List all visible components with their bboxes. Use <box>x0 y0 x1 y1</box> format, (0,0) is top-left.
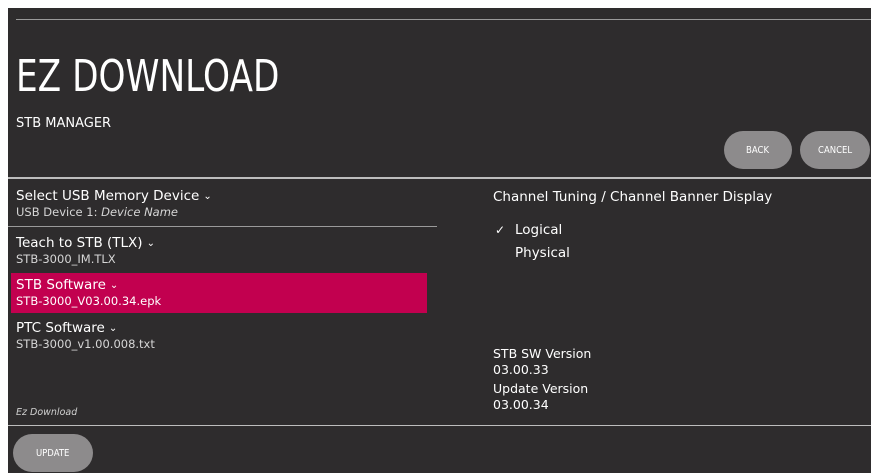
menu-item-ptc-software[interactable]: PTC Software ⌄ STB-3000_v1.00.008.txt <box>16 320 436 351</box>
header-divider <box>8 177 871 179</box>
menu-item-value-prefix: USB Device 1: <box>16 205 102 219</box>
stb-sw-version-value: 03.00.33 <box>493 362 549 377</box>
menu-item-label: Teach to STB (TLX) <box>16 235 143 251</box>
menu-item-label: PTC Software <box>16 320 105 336</box>
cancel-button[interactable]: CANCEL <box>800 131 870 169</box>
menu-divider <box>8 226 437 227</box>
chevron-down-icon: ⌄ <box>109 280 119 291</box>
update-version-value: 03.00.34 <box>493 397 549 412</box>
page-title: EZ DOWNLOAD <box>16 51 280 102</box>
stb-sw-version-label: STB SW Version <box>493 346 592 361</box>
chevron-down-icon: ⌄ <box>108 323 118 334</box>
top-divider <box>16 19 871 20</box>
checkmark-icon: ✓ <box>495 223 506 237</box>
ez-download-screen: EZ DOWNLOAD STB MANAGER BACK CANCEL Sele… <box>8 8 871 473</box>
update-button[interactable]: UPDATE <box>13 434 93 472</box>
page-subtitle: STB MANAGER <box>16 116 112 131</box>
update-version-label: Update Version <box>493 381 589 396</box>
option-label: Logical <box>515 222 563 238</box>
menu-item-label: Select USB Memory Device <box>16 188 200 204</box>
option-logical[interactable]: ✓ Logical <box>495 222 562 238</box>
back-button[interactable]: BACK <box>724 131 792 169</box>
option-label: Physical <box>515 245 570 261</box>
footer-divider <box>8 425 871 426</box>
update-button-label: UPDATE <box>36 447 70 459</box>
footnote: Ez Download <box>16 407 78 418</box>
menu-item-value: STB-3000_v1.00.008.txt <box>16 337 155 351</box>
menu-item-stb-software[interactable]: STB Software ⌄ STB-3000_V03.00.34.epk <box>11 273 427 313</box>
cancel-button-label: CANCEL <box>817 144 853 156</box>
menu-item-value: STB-3000_IM.TLX <box>16 252 116 266</box>
chevron-down-icon: ⌄ <box>146 238 155 249</box>
channel-tuning-title: Channel Tuning / Channel Banner Display <box>493 189 773 205</box>
menu-item-label: STB Software <box>16 277 106 293</box>
menu-item-teach-to-stb[interactable]: Teach to STB (TLX) ⌄ STB-3000_IM.TLX <box>16 235 436 266</box>
menu-item-value: STB-3000_V03.00.34.epk <box>16 294 162 308</box>
back-button-label: BACK <box>746 144 770 156</box>
menu-item-value-device: Device Name <box>101 205 179 219</box>
option-physical[interactable]: Physical <box>495 245 570 261</box>
chevron-down-icon: ⌄ <box>203 191 212 202</box>
menu-item-usb-device[interactable]: Select USB Memory Device ⌄ USB Device 1: … <box>16 188 436 219</box>
